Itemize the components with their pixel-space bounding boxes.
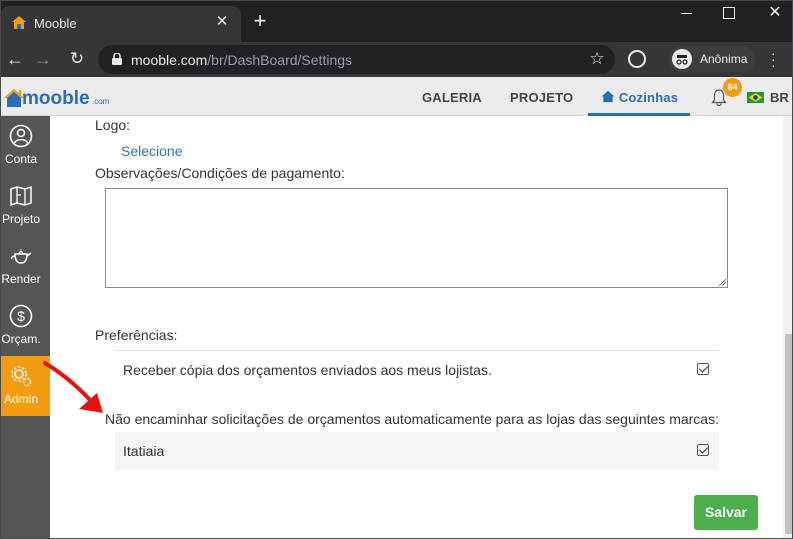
back-arrow-icon[interactable]: ← [5,49,25,69]
nav-galeria[interactable]: GALERIA [422,90,482,105]
sidebar-item-label: Projeto [1,212,41,226]
pref-copy-label: Receber cópia dos orçamentos enviados ao… [123,362,492,378]
floorplan-icon [10,185,32,207]
incognito-icon [672,49,692,69]
sidebar-item-orcam[interactable]: $ Orçam. [1,296,50,356]
browser-tab[interactable]: Mooble ✕ [1,6,241,42]
red-arrow-annotation [43,361,103,413]
page-scrollbar[interactable] [783,116,792,538]
settings-content: Logo: Selecione Observações/Condições de… [50,116,783,538]
app-header: mooble .com GALERIA PROJETO Cozinhas 84 … [1,77,792,116]
sidebar-item-label: Orçam. [1,332,41,346]
maximize-icon[interactable] [721,5,735,19]
sidebar-item-label: Conta [4,152,38,166]
notification-badge: 84 [723,78,742,97]
window-close-icon[interactable]: ✕ [764,2,786,24]
notes-textarea[interactable] [105,188,728,288]
sidebar-item-projeto[interactable]: Projeto [1,176,50,236]
house-favicon-icon [12,16,26,29]
pref-copy-row[interactable]: Receber cópia dos orçamentos enviados ao… [115,350,719,388]
tab-strip: Mooble ✕ + ✕ [1,1,792,42]
tab-title: Mooble [34,16,77,31]
tab-close-icon[interactable]: ✕ [213,13,231,31]
url-text: mooble.com/br/DashBoard/Settings [131,52,352,68]
url-path: /br/DashBoard/Settings [207,52,353,68]
nav-cozinhas-label: Cozinhas [618,90,679,105]
profile-button[interactable]: Anônima [669,46,755,72]
sidebar-item-render[interactable]: Render [1,236,50,296]
brand-item-checkbox[interactable] [697,444,709,456]
sidebar-item-label: Admin [3,392,38,406]
svg-text:$: $ [17,308,25,324]
pref-copy-checkbox[interactable] [697,363,709,375]
no-forward-label: Não encaminhar solicitações de orçamento… [105,411,719,427]
home-icon [601,90,615,103]
teapot-icon [10,249,32,264]
lock-icon [112,53,122,65]
sidebar: Conta Projeto Render $ Orçam. Admin [1,116,50,538]
logo-field-label: Logo: [95,117,131,133]
logo-domain: .com [92,97,110,106]
save-button[interactable]: Salvar [694,495,758,530]
brand-item-label: Itatiaia [123,443,165,459]
language-label[interactable]: BR [770,90,789,105]
reload-icon[interactable]: ↻ [67,49,87,69]
brand-item-row[interactable]: Itatiaia [115,432,719,470]
brazil-flag-icon[interactable] [747,92,764,103]
minimize-icon[interactable] [676,3,698,23]
browser-toolbar: ← → ↻ mooble.com/br/DashBoard/Settings ☆… [1,42,792,77]
logo-select-link[interactable]: Selecione [121,143,183,159]
sidebar-item-conta[interactable]: Conta [1,116,50,176]
sidebar-item-label: Render [1,272,41,286]
url-host: mooble.com [131,52,208,68]
forward-arrow-icon[interactable]: → [33,49,53,69]
user-circle-icon [9,124,33,148]
nav-cozinhas[interactable]: Cozinhas [601,90,678,105]
logo-text[interactable]: mooble [22,88,90,110]
bookmark-star-icon[interactable]: ☆ [587,49,607,69]
new-tab-icon[interactable]: + [250,10,270,32]
gears-icon [11,366,32,387]
browser-window: Mooble ✕ + ✕ ← → ↻ mooble.com/br/DashBoa… [0,0,793,539]
scroll-thumb[interactable] [785,334,792,534]
dollar-circle-icon: $ [9,304,33,328]
resize-grip-icon[interactable] [718,278,726,286]
nav-projeto[interactable]: PROJETO [510,90,573,105]
address-bar[interactable]: mooble.com/br/DashBoard/Settings ☆ [98,45,615,74]
kebab-menu-icon[interactable]: · · · [771,46,777,72]
profile-label: Anônima [700,52,748,66]
notes-field-label: Observações/Condições de pagamento: [95,165,345,181]
extension-icon[interactable] [628,50,646,68]
preferences-label: Preferências: [95,327,178,343]
